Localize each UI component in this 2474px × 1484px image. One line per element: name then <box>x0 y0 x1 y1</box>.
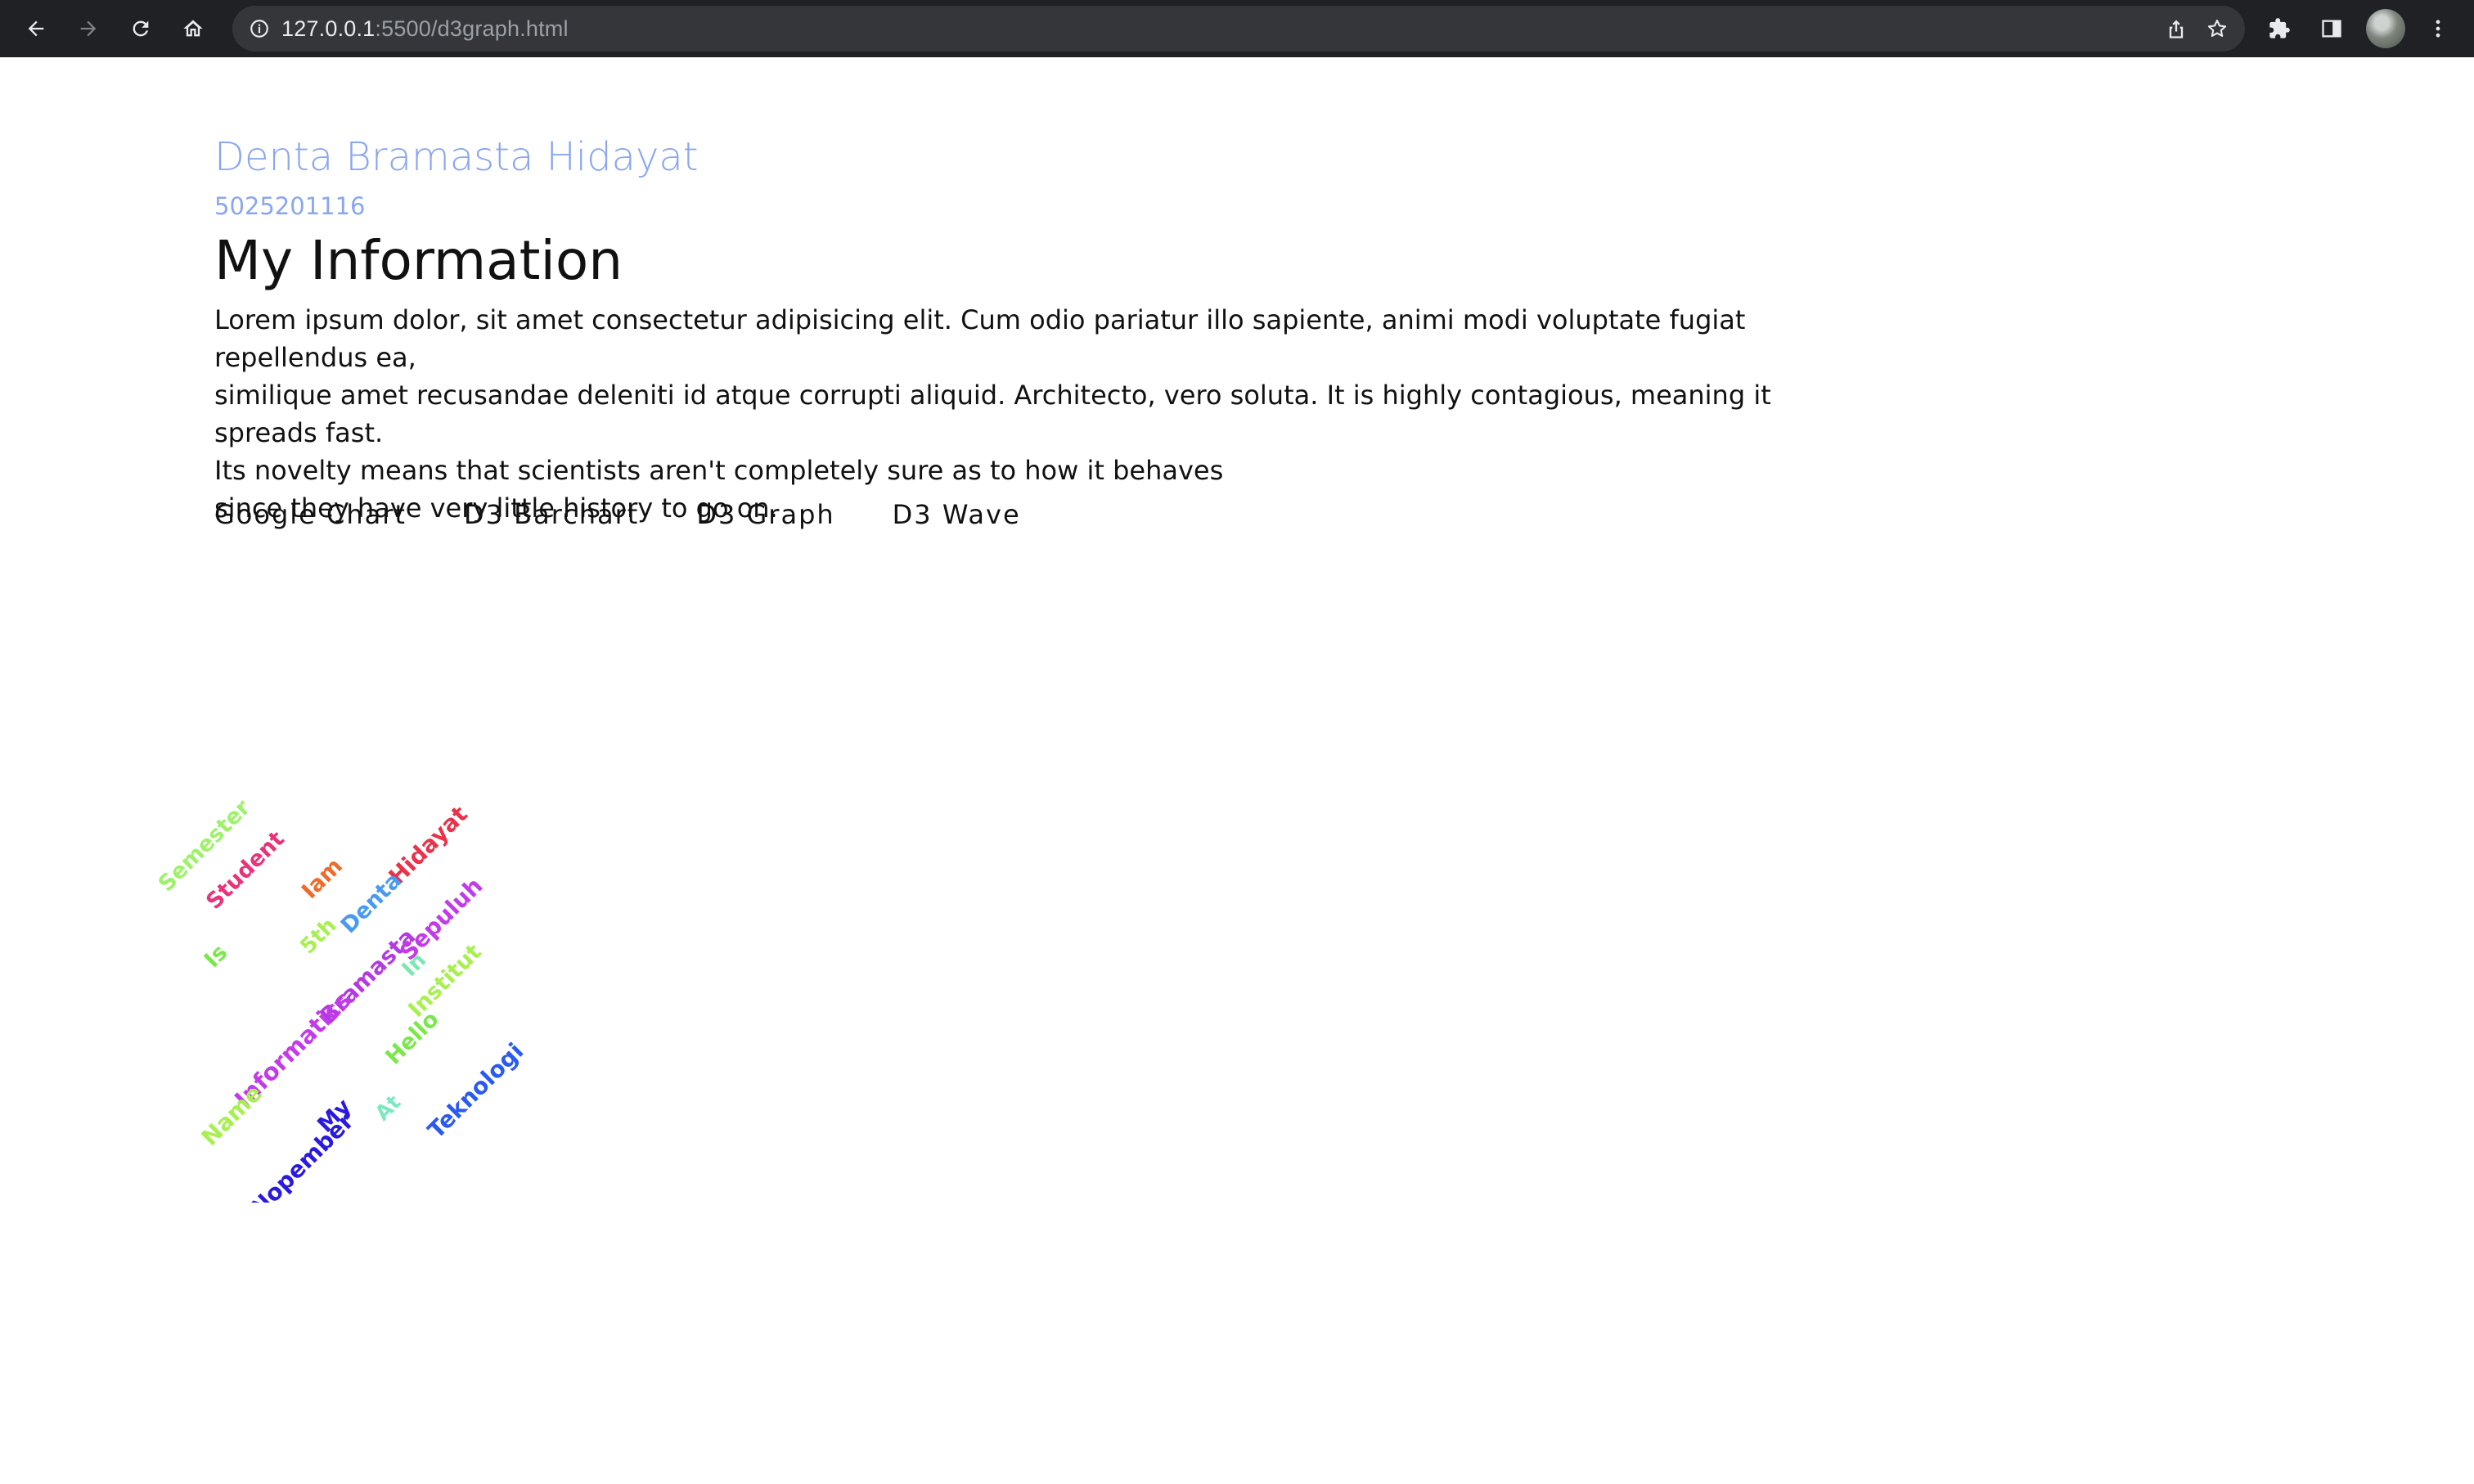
nav-link-d3-wave[interactable]: D3 Wave <box>893 499 1021 530</box>
forward-icon[interactable] <box>69 9 108 48</box>
more-menu-icon[interactable] <box>2418 9 2458 48</box>
nav-link-google-chart[interactable]: Google Chart <box>214 499 407 530</box>
browser-toolbar: 127.0.0.1:5500/d3graph.html <box>0 0 2474 57</box>
page-title: My Information <box>214 229 623 292</box>
nav-link-d3-graph[interactable]: D3 Graph <box>696 499 834 530</box>
cloud-word: Is <box>200 940 232 973</box>
url-text: 127.0.0.1:5500/d3graph.html <box>281 16 569 42</box>
nav-link-d3-barchart[interactable]: D3 Barchart <box>464 499 639 530</box>
extensions-icon[interactable] <box>2260 9 2299 48</box>
cloud-word: Hello <box>380 1006 443 1069</box>
cloud-word: At <box>371 1091 406 1126</box>
paragraph-line: Its novelty means that scientists aren't… <box>214 455 1224 486</box>
word-cloud: SemesterStudent Iam HidayatDenta5thBramast… <box>154 794 529 1203</box>
cloud-word: Teknologi <box>422 1037 529 1144</box>
author-name: Denta Bramasta Hidayat <box>214 134 699 180</box>
home-icon[interactable] <box>173 9 213 48</box>
paragraph-line: Lorem ipsum dolor, sit amet consectetur … <box>214 304 1746 373</box>
cloud-word: 5th <box>295 913 341 959</box>
bookmark-star-icon[interactable] <box>2206 17 2229 40</box>
paragraph-line: similique amet recusandae deleniti id at… <box>214 380 1771 448</box>
back-icon[interactable] <box>16 9 56 48</box>
student-id: 5025201116 <box>214 192 366 220</box>
info-paragraph: Lorem ipsum dolor, sit amet consectetur … <box>214 301 1851 527</box>
profile-avatar[interactable] <box>2366 9 2405 48</box>
url-host: 127.0.0.1 <box>281 16 376 41</box>
share-icon[interactable] <box>2165 17 2188 40</box>
chart-nav: Google Chart D3 Barchart D3 Graph D3 Wav… <box>214 499 1021 530</box>
address-bar[interactable]: 127.0.0.1:5500/d3graph.html <box>232 6 2245 52</box>
page-body: Denta Bramasta Hidayat 5025201116 My Inf… <box>0 57 2474 1484</box>
site-info-icon[interactable] <box>249 18 270 39</box>
side-panel-icon[interactable] <box>2312 9 2351 48</box>
url-path: :5500/d3graph.html <box>375 16 569 41</box>
reload-icon[interactable] <box>121 9 160 48</box>
cloud-word: Iam <box>297 853 348 904</box>
